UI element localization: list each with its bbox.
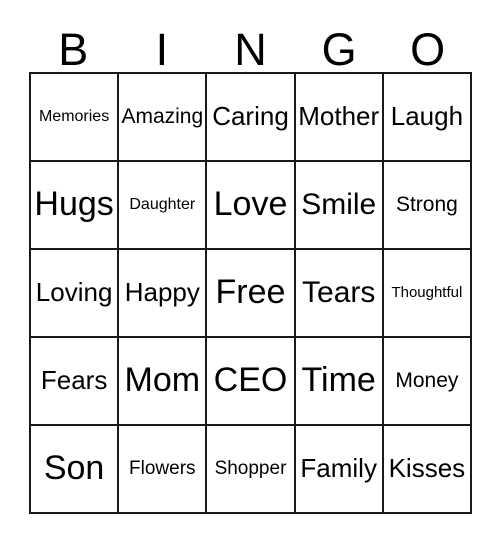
bingo-cell-label: Laugh bbox=[390, 101, 464, 132]
bingo-grid: Memories Amazing Caring Mother Laugh Hugs Daug… bbox=[29, 72, 472, 514]
bingo-cell[interactable]: Smile bbox=[295, 162, 384, 250]
bingo-cell-label: Flowers bbox=[129, 458, 196, 480]
bingo-header-letter-g: G bbox=[321, 24, 357, 75]
bingo-cell[interactable]: Hugs bbox=[31, 162, 120, 250]
bingo-cell-label: Fears bbox=[40, 365, 108, 396]
bingo-cell-label: Family bbox=[300, 453, 377, 484]
bingo-cell-label: Time bbox=[301, 361, 376, 400]
bingo-cell[interactable]: Money bbox=[383, 338, 472, 426]
bingo-cell[interactable]: Mom bbox=[119, 338, 208, 426]
bingo-cell[interactable]: Love bbox=[207, 162, 296, 250]
bingo-cell[interactable]: Loving bbox=[31, 250, 120, 338]
bingo-cell-label: Son bbox=[43, 449, 105, 488]
bingo-cell-label: Kisses bbox=[388, 453, 466, 484]
bingo-cell[interactable]: Caring bbox=[207, 74, 296, 162]
bingo-header-letter-i: I bbox=[155, 24, 169, 75]
bingo-cell[interactable]: Laugh bbox=[383, 74, 472, 162]
bingo-cell[interactable]: Family bbox=[295, 426, 384, 514]
bingo-cell[interactable]: Fears bbox=[31, 338, 120, 426]
bingo-cell-label: Strong bbox=[395, 192, 458, 216]
bingo-cell-label: Shopper bbox=[214, 458, 287, 480]
bingo-cell[interactable]: Daughter bbox=[119, 162, 208, 250]
bingo-cell[interactable]: Flowers bbox=[119, 426, 208, 514]
bingo-cell[interactable]: Amazing bbox=[119, 74, 208, 162]
bingo-cell-label: Mom bbox=[124, 361, 201, 400]
bingo-cell[interactable]: Free bbox=[207, 250, 296, 338]
bingo-cell-label: CEO bbox=[213, 361, 288, 400]
bingo-cell-label: Caring bbox=[212, 101, 289, 132]
bingo-cell-label: Amazing bbox=[121, 104, 204, 128]
bingo-header-row: BINGO bbox=[29, 18, 472, 72]
bingo-cell-label: Mother bbox=[298, 101, 380, 132]
bingo-cell-label: Tears bbox=[302, 276, 376, 310]
bingo-header-letter-n: N bbox=[234, 24, 267, 75]
bingo-cell-label: Hugs bbox=[34, 185, 114, 224]
bingo-cell[interactable]: Strong bbox=[383, 162, 472, 250]
bingo-cell-label: Smile bbox=[301, 188, 377, 222]
bingo-cell-label: Loving bbox=[35, 277, 113, 308]
bingo-cell-label: Happy bbox=[124, 277, 200, 308]
bingo-cell[interactable]: Son bbox=[31, 426, 120, 514]
bingo-cell[interactable]: Shopper bbox=[207, 426, 296, 514]
bingo-cell-label: Free bbox=[215, 273, 286, 312]
bingo-cell[interactable]: Happy bbox=[119, 250, 208, 338]
bingo-header-letter-b: B bbox=[58, 24, 89, 75]
bingo-cell-label: Daughter bbox=[129, 195, 196, 213]
bingo-card: B I N G O Memories Amazing Caring Mother Laugh Hu… bbox=[29, 18, 472, 514]
bingo-cell[interactable]: Tears bbox=[295, 250, 384, 338]
bingo-cell[interactable]: Thoughtful bbox=[383, 250, 472, 338]
bingo-cell-label: Thoughtful bbox=[391, 284, 463, 302]
bingo-cell[interactable]: Mother bbox=[295, 74, 384, 162]
bingo-header-letter-o: O bbox=[410, 24, 446, 75]
bingo-cell[interactable]: Kisses bbox=[383, 426, 472, 514]
bingo-cell[interactable]: CEO bbox=[207, 338, 296, 426]
bingo-cell[interactable]: Time bbox=[295, 338, 384, 426]
bingo-cell-label: Money bbox=[395, 368, 459, 392]
bingo-cell-label: Love bbox=[213, 185, 288, 224]
bingo-cell[interactable]: Memories bbox=[31, 74, 120, 162]
bingo-cell-label: Memories bbox=[38, 107, 110, 125]
